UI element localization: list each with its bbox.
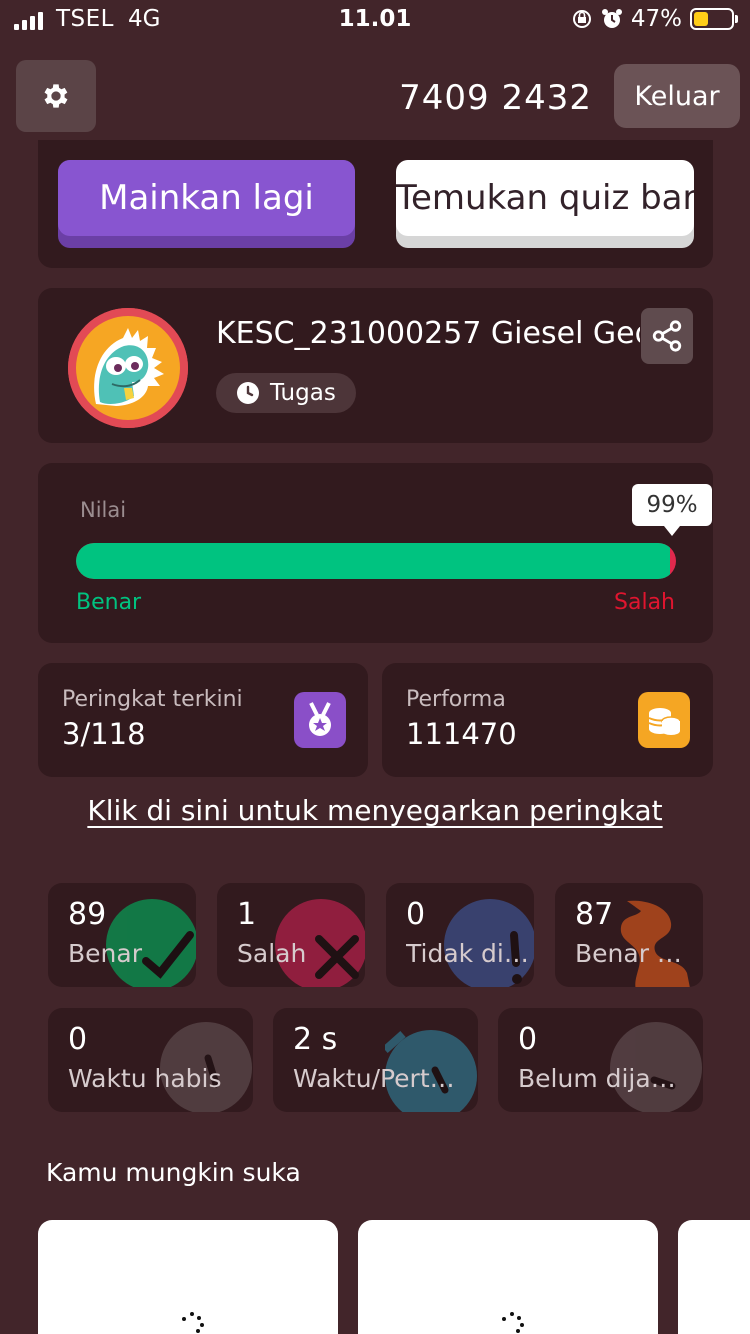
stat-tile-wrong: 1 Salah xyxy=(217,883,365,987)
stat-value: 0 xyxy=(406,897,426,932)
stat-value: 89 xyxy=(68,897,107,932)
status-right: 47% xyxy=(571,6,738,32)
gear-icon xyxy=(44,84,68,108)
share-button[interactable] xyxy=(641,308,693,364)
performance-value: 111470 xyxy=(406,717,517,751)
stat-value: 87 xyxy=(575,897,614,932)
dino-avatar-image xyxy=(68,308,188,428)
alarm-icon xyxy=(601,9,622,28)
quiz-title: KESC_231000257 Giesel Geo xyxy=(216,316,640,351)
refresh-rank-link[interactable]: Klik di sini untuk menyegarkan peringkat xyxy=(0,794,750,827)
stat-tile-streak: 87 Benar Beruntun xyxy=(555,883,703,987)
status-bar: TSEL 4G 11.01 47% xyxy=(0,0,750,44)
rank-title: Peringkat terkini xyxy=(62,687,243,712)
score-percent-bubble: 99% xyxy=(632,484,712,536)
stat-label: Tidak dijawab xyxy=(406,939,530,968)
stat-label: Waktu habis xyxy=(68,1064,222,1093)
rotation-lock-icon xyxy=(572,10,591,28)
quiz-avatar xyxy=(68,308,188,428)
loading-spinner-icon xyxy=(500,1312,524,1334)
correct-label: Benar xyxy=(76,590,142,615)
battery-level xyxy=(694,12,708,26)
find-quiz-button[interactable]: Temukan quiz baru xyxy=(396,160,694,248)
stat-tile-correct: 89 Benar xyxy=(48,883,196,987)
stat-tile-unanswered: 0 Tidak dijawab xyxy=(386,883,534,987)
recommendation-card[interactable] xyxy=(38,1220,338,1334)
stat-label: Salah xyxy=(237,939,307,968)
score-label: Nilai xyxy=(80,498,127,522)
battery-percent: 47% xyxy=(630,6,682,32)
performance-title: Performa xyxy=(406,687,506,712)
stat-label: Benar Beruntun xyxy=(575,939,699,968)
stat-tile-time-per-question: 2 s Waktu/Pertanyaan xyxy=(273,1008,478,1112)
stat-value: 0 xyxy=(518,1022,538,1057)
stat-tile-not-answered: 0 Belum dijawab xyxy=(498,1008,703,1112)
rank-value: 3/118 xyxy=(62,717,146,751)
coins-icon xyxy=(638,692,690,748)
score-progress-fill xyxy=(76,543,670,579)
battery-icon xyxy=(690,8,738,30)
recommendation-card[interactable] xyxy=(358,1220,658,1334)
stat-label: Belum dijawab xyxy=(518,1064,696,1093)
share-icon xyxy=(652,320,682,352)
stat-label: Benar xyxy=(68,939,142,968)
score-progress-bar xyxy=(76,543,676,579)
assignment-tag: Tugas xyxy=(216,373,356,413)
stat-value: 0 xyxy=(68,1022,88,1057)
wrong-label: Salah xyxy=(614,590,675,615)
recommendation-card[interactable] xyxy=(678,1220,750,1334)
recommendations-title: Kamu mungkin suka xyxy=(46,1158,301,1187)
stat-tile-timeout: 0 Waktu habis xyxy=(48,1008,253,1112)
stat-value: 1 xyxy=(237,897,257,932)
stat-label: Waktu/Pertanyaan xyxy=(293,1064,463,1093)
loading-spinner-icon xyxy=(180,1312,204,1334)
find-quiz-label: Temukan quiz baru xyxy=(396,160,694,236)
play-again-button[interactable]: Mainkan lagi xyxy=(58,160,355,248)
play-again-label: Mainkan lagi xyxy=(58,160,355,236)
room-code: 7409 2432 xyxy=(399,78,592,118)
assignment-tag-label: Tugas xyxy=(270,380,336,406)
clock-icon xyxy=(237,382,259,404)
settings-button[interactable] xyxy=(16,60,96,132)
medal-icon xyxy=(294,692,346,748)
stat-value: 2 s xyxy=(293,1022,338,1057)
exit-button[interactable]: Keluar xyxy=(614,64,740,128)
